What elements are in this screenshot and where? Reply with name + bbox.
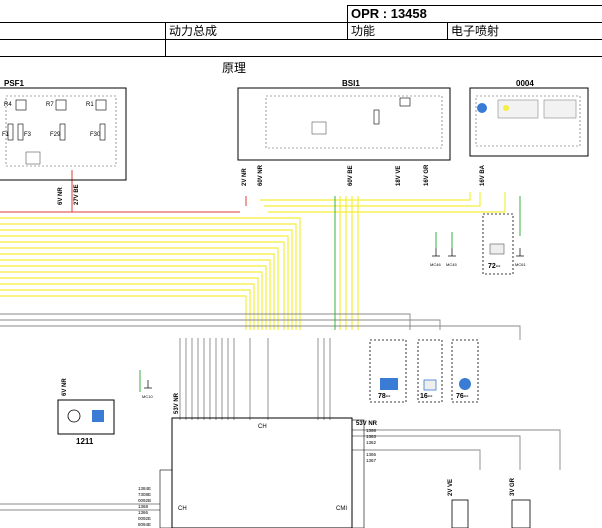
ground-mc61: MC61 xyxy=(515,262,526,267)
ground-symbols xyxy=(144,248,524,389)
ground-mc46: MC46 xyxy=(430,262,441,267)
bsi-16v-gr: 16V GR xyxy=(424,164,430,186)
ch-wire-2: 7308E xyxy=(138,492,151,497)
psf1-label: PSF1 xyxy=(4,79,25,88)
psf1-relay-r4: R4 xyxy=(4,102,12,108)
c72-label: 72-- xyxy=(488,263,501,270)
ch-wire-3: 0092B xyxy=(138,498,151,503)
cmi-wire-2: 1363 xyxy=(366,434,377,439)
gray-wires xyxy=(0,313,561,511)
c16-label: 16-- xyxy=(420,393,433,400)
bsi-60v-nr: 60V NR xyxy=(258,164,264,186)
ch-left-label: CH xyxy=(178,506,187,512)
c78-label: 78-- xyxy=(378,393,391,400)
ch-wire-6: 0092E xyxy=(138,516,151,521)
cmi-wire-4: 1366 xyxy=(366,452,377,457)
ch-top-label: CH xyxy=(258,424,267,430)
c0004-box xyxy=(469,87,589,157)
cmi-label: CMI xyxy=(336,506,347,512)
psf1-fuse-f1: F1 xyxy=(2,132,10,138)
ecu-box xyxy=(159,417,365,528)
psf1-fuse-f3: F3 xyxy=(24,132,32,138)
bottom-connectors xyxy=(451,499,531,528)
psf1-box xyxy=(0,87,127,181)
ch-53v-nr: 53V NR xyxy=(174,392,180,414)
ground-mc10: MC10 xyxy=(142,394,153,399)
bsi1-box xyxy=(237,87,451,161)
ch-wire-5: 1366 xyxy=(138,510,149,515)
psf1-relay-r1: R1 xyxy=(86,102,94,108)
bsi-60v-be: 60V BE xyxy=(348,165,354,186)
c1211-6v-nr: 6V NR xyxy=(62,378,68,396)
cmi-53v-nr: 53V NR xyxy=(356,421,378,427)
psf1-6v-nr: 6V NR xyxy=(58,187,64,205)
c0004-label: 0004 xyxy=(516,79,534,88)
bsi-2v-nr: 2V NR xyxy=(242,168,248,186)
cmi-wire-3: 1362 xyxy=(366,440,377,445)
ground-mc45: MC45 xyxy=(446,262,457,267)
wiring-diagram: PSF1 R4 R7 R1 F1 F3 F29 F30 6V NR 27V BE… xyxy=(0,79,589,528)
c0004-16v-ba: 16V BA xyxy=(480,164,486,186)
c1211-label: 1211 xyxy=(76,437,94,446)
psf1-fuse-f29: F29 xyxy=(50,132,61,138)
cmi-wire-5: 1367 xyxy=(366,458,377,463)
bottom-3v-gr: 3V GR xyxy=(510,477,516,496)
ch-wire-4: 1368 xyxy=(138,504,149,509)
bsi1-label: BSI1 xyxy=(342,79,360,88)
ch-wire-1: 1384E xyxy=(138,486,151,491)
ch-wire-7: 8094E xyxy=(138,522,151,527)
bsi-18v-ve: 18V VE xyxy=(396,166,402,186)
psf1-relay-r7: R7 xyxy=(46,102,54,108)
red-wires xyxy=(0,170,247,213)
c1211-box xyxy=(57,399,115,435)
bottom-2v-ve: 2V VE xyxy=(448,479,454,496)
psf1-27v-be: 27V BE xyxy=(74,184,80,205)
cmi-wire-1: 1368 xyxy=(366,428,377,433)
yellow-wires xyxy=(0,192,506,330)
c76-label: 76-- xyxy=(456,393,469,400)
psf1-fuse-f30: F30 xyxy=(90,132,101,138)
